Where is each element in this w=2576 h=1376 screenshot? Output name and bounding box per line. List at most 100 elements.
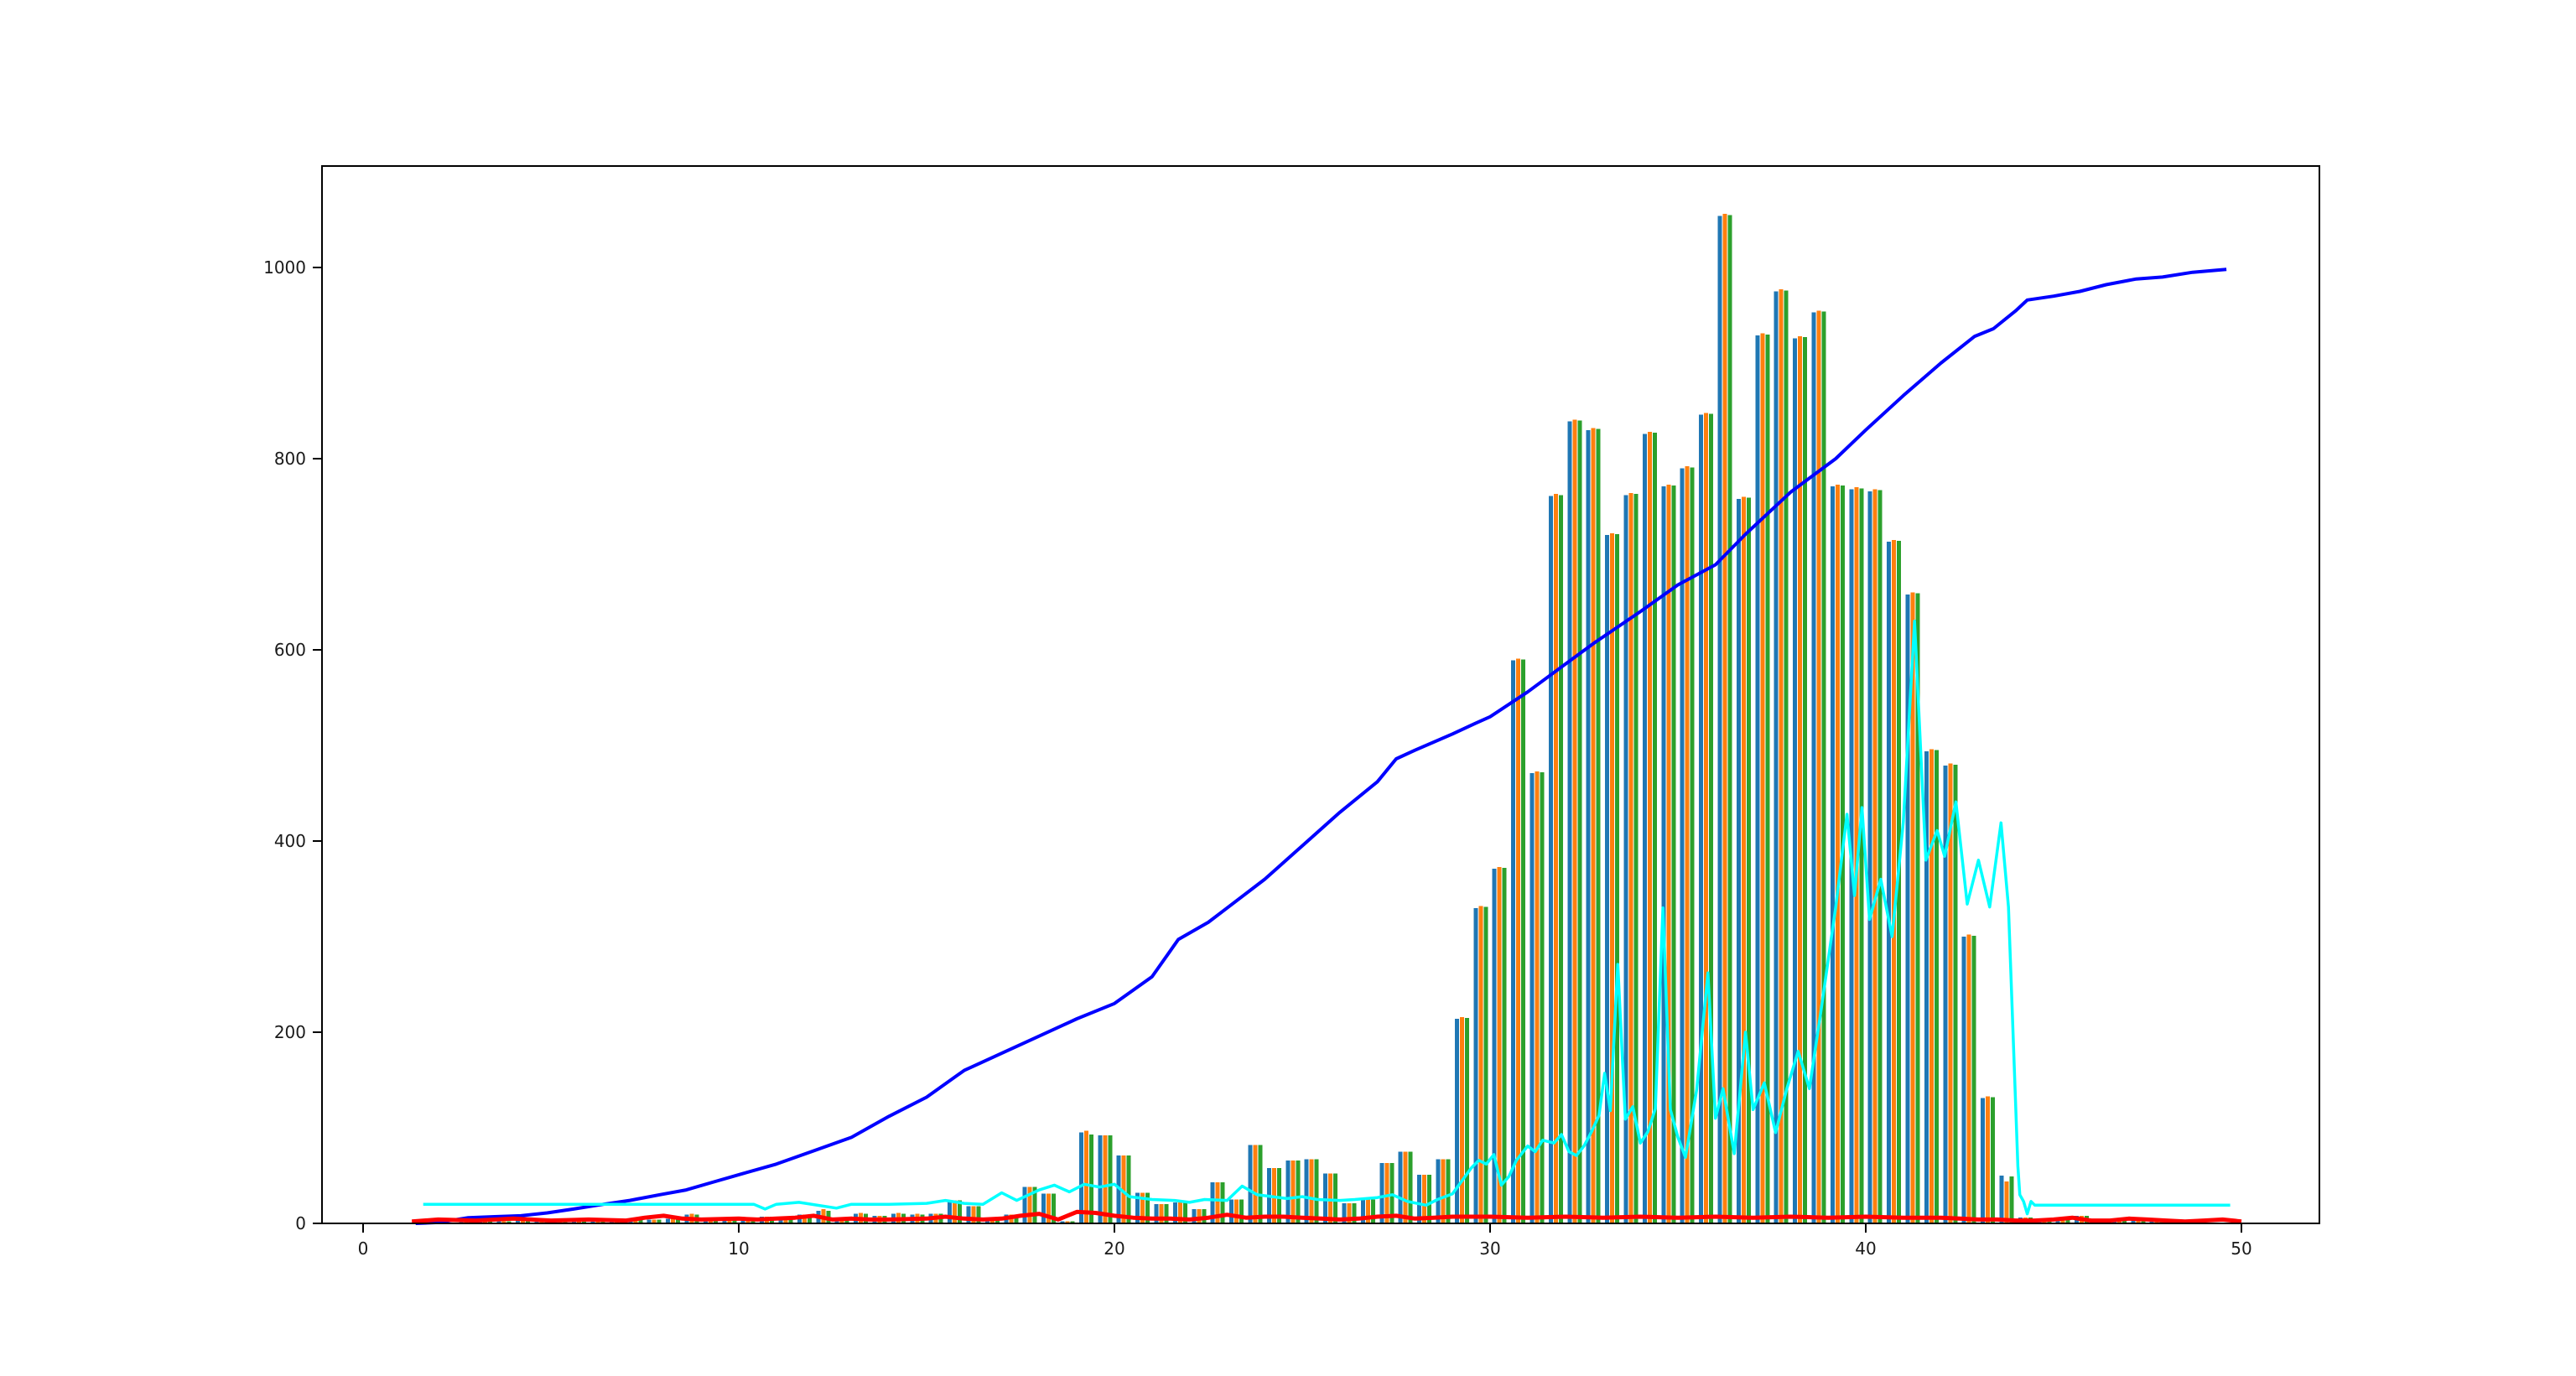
bar-hist-series-3 [1483,907,1488,1223]
bar-hist-series-1 [1774,292,1779,1224]
bar-hist-series-2 [1929,750,1934,1223]
bar-hist-series-1 [2000,1176,2004,1223]
bar-hist-series-3 [1972,936,1976,1223]
bar-hist-series-2 [1234,1200,1239,1224]
bar-hist-series-2 [1291,1161,1295,1223]
x-tick-label: 20 [1104,1238,1124,1259]
bar-hist-series-3 [1296,1161,1300,1223]
bar-hist-series-1 [1567,422,1571,1224]
x-tick-label: 30 [1479,1238,1500,1259]
y-tick-label: 1000 [263,257,306,278]
bar-hist-series-2 [1817,310,1821,1223]
bar-hist-series-1 [1079,1133,1083,1223]
bar-hist-series-3 [1540,772,1545,1223]
y-tick-label: 600 [274,640,306,660]
bar-hist-series-1 [1643,434,1647,1223]
bar-hist-series-1 [1755,335,1759,1223]
bar-hist-series-1 [1399,1152,1403,1224]
bar-hist-series-1 [1436,1160,1441,1223]
bar-hist-series-2 [1704,413,1708,1223]
bar-hist-series-1 [1098,1135,1102,1223]
bar-hist-series-1 [1831,486,1835,1223]
bar-hist-series-1 [1943,766,1947,1223]
bar-hist-series-1 [1041,1194,1046,1223]
bar-hist-series-1 [1285,1161,1290,1223]
bar-hist-series-1 [1023,1187,1027,1223]
bar-hist-series-1 [1587,430,1591,1223]
bar-hist-series-2 [1310,1160,1314,1223]
bar-hist-series-1 [1887,542,1891,1223]
bar-hist-series-3 [1108,1135,1112,1223]
x-tick-label: 40 [1855,1238,1876,1259]
bar-hist-series-3 [1728,215,1732,1223]
bar-hist-series-2 [1873,490,1877,1224]
bar-hist-series-1 [1493,869,1497,1223]
bar-hist-series-2 [1742,497,1746,1223]
bar-hist-series-1 [1511,661,1515,1224]
bar-hist-series-3 [1127,1155,1131,1223]
bar-hist-series-1 [1549,496,1553,1224]
bar-hist-series-2 [1254,1145,1258,1224]
bar-hist-series-2 [1836,485,1840,1223]
bar-hist-series-2 [1779,289,1784,1223]
bar-hist-series-2 [1967,935,1971,1223]
y-tick-label: 400 [274,831,306,851]
bar-hist-series-2 [1892,540,1896,1223]
bar-hist-series-1 [1305,1160,1309,1223]
bar-hist-series-2 [953,1201,957,1223]
bar-hist-series-2 [1516,658,1520,1223]
bar-hist-series-1 [1812,313,1816,1223]
bar-hist-series-3 [1935,750,1939,1223]
bar-hist-series-1 [1249,1145,1253,1224]
bar-hist-series-3 [1465,1018,1469,1223]
y-tick-label: 800 [274,449,306,469]
bar-hist-series-3 [1878,491,1883,1223]
bar-hist-series-3 [2010,1176,2014,1223]
bar-hist-series-3 [1822,311,1826,1223]
bar-hist-series-3 [1446,1160,1451,1223]
bar-hist-series-3 [1409,1152,1413,1224]
x-tick-label: 0 [358,1238,369,1259]
x-tick-label: 10 [728,1238,749,1259]
bar-hist-series-2 [1648,432,1652,1223]
bar-hist-series-1 [948,1201,952,1223]
chart-canvas: 0102030405002004006008001000 [0,0,2576,1376]
bar-hist-series-1 [1718,215,1722,1223]
bar-hist-series-3 [1953,765,1957,1223]
bar-hist-series-2 [1798,336,1802,1223]
bar-hist-series-3 [1333,1174,1337,1223]
bar-hist-series-1 [1793,338,1797,1223]
bar-hist-series-1 [1868,491,1872,1223]
bar-hist-series-1 [1699,415,1703,1223]
bar-hist-series-1 [1981,1098,1985,1223]
bar-hist-series-2 [1554,494,1558,1223]
bar-hist-series-2 [1404,1152,1408,1224]
bar-hist-series-3 [1315,1160,1319,1223]
bar-hist-series-1 [1906,595,1910,1223]
y-tick-label: 0 [295,1213,306,1233]
bar-hist-series-3 [1577,420,1581,1223]
bar-hist-series-2 [1103,1135,1107,1223]
bar-hist-series-1 [1229,1200,1233,1224]
bar-hist-series-3 [1089,1135,1093,1223]
bar-hist-series-1 [1530,773,1535,1223]
bar-hist-series-2 [1197,1209,1201,1223]
bar-hist-series-1 [1473,908,1478,1223]
bar-hist-series-2 [1535,771,1540,1223]
bar-hist-series-3 [1709,413,1713,1223]
bar-hist-series-3 [1991,1098,1995,1224]
bar-hist-series-1 [1605,535,1609,1223]
bar-hist-series-2 [2005,1181,2009,1223]
matplotlib-figure: 0102030405002004006008001000 [0,0,2576,1376]
bar-hist-series-2 [1572,419,1576,1223]
bar-hist-series-2 [1986,1096,1990,1223]
x-tick-label: 50 [2231,1238,2251,1259]
bar-hist-series-3 [1803,337,1807,1223]
bar-hist-series-2 [1723,214,1727,1223]
bar-hist-series-3 [1859,488,1863,1223]
bar-hist-series-3 [1559,495,1563,1223]
bar-hist-series-2 [1592,428,1596,1224]
bar-hist-series-2 [1610,533,1614,1223]
bar-hist-series-1 [1962,937,1966,1223]
bar-hist-series-1 [1455,1019,1459,1223]
